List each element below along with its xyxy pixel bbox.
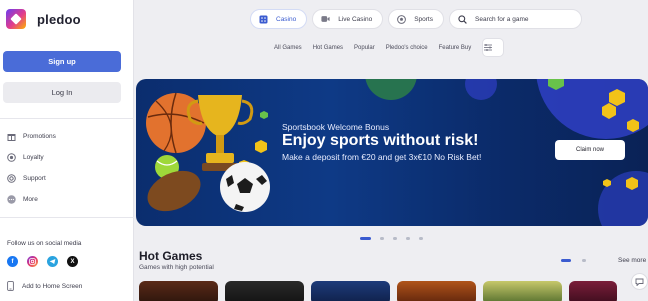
ball-icon [397,14,407,24]
banner-eyebrow: Sportsbook Welcome Bonus [282,122,390,132]
logo[interactable]: pledoo [6,9,81,29]
game-thumbnail[interactable] [139,281,218,301]
more-icon [7,194,16,204]
game-thumbnail[interactable] [483,281,562,301]
pledoo-logo-icon [6,9,26,29]
search-input[interactable]: Search for a game [449,9,582,29]
social-title: Follow us on social media [7,240,82,247]
sidebar-divider [0,217,134,218]
banner-title: Enjoy sports without risk! [282,132,479,149]
video-icon [321,15,330,24]
add-to-home-screen[interactable]: Add to Home Screen [7,281,82,291]
phone-icon [7,281,14,291]
search-icon [458,14,467,24]
game-thumbnail[interactable] [311,281,390,301]
promo-banner[interactable]: Sportsbook Welcome Bonus Enjoy sports wi… [136,79,648,226]
sidebar-item-more[interactable]: More [7,193,38,205]
sidebar-item-label: Promotions [23,132,56,140]
sidebar-item-promotions[interactable]: Promotions [7,130,56,142]
add-home-label: Add to Home Screen [22,282,83,290]
casino-icon [259,15,268,24]
tab-label: Sports [414,15,433,23]
carousel-dot[interactable] [380,237,384,240]
sliders-icon [483,43,493,52]
sidebar-item-label: Support [23,174,46,182]
sidebar-item-label: More [23,195,38,203]
category-all-games[interactable]: All Games [274,45,302,51]
gift-icon [7,132,16,141]
sidebar-divider [0,118,134,119]
game-thumbnail[interactable] [569,281,617,301]
sidebar-item-label: Loyalty [23,153,44,161]
carousel-dots [360,237,423,240]
sidebar: pledoo Sign up Log In Promotions Loyalty… [0,0,134,301]
signup-button[interactable]: Sign up [3,51,121,72]
login-button[interactable]: Log In [3,82,121,103]
category-pledoos-choice[interactable]: Pledoo's choice [386,45,428,51]
chat-button[interactable] [631,273,648,290]
pager-dot[interactable] [582,259,586,262]
pager-dot[interactable] [561,259,571,262]
section-title: Hot Games [139,249,203,263]
section-subtitle: Games with high potential [139,264,214,271]
filter-button[interactable] [482,38,505,57]
social-links: f X [7,256,78,267]
tab-casino[interactable]: Casino [250,9,308,29]
x-icon[interactable]: X [67,256,78,267]
tab-label: Casino [276,15,297,23]
game-thumbnail[interactable] [397,281,476,301]
tab-sports[interactable]: Sports [388,9,444,29]
category-subnav: All Games Hot Games Popular Pledoo's cho… [274,38,505,57]
category-feature-buy[interactable]: Feature Buy [439,45,472,51]
claim-now-button[interactable]: Claim now [555,140,625,160]
category-popular[interactable]: Popular [354,45,375,51]
chat-icon [635,278,644,286]
carousel-dot[interactable] [393,237,397,240]
instagram-icon[interactable] [27,256,38,267]
carousel-dot[interactable] [406,237,410,240]
tab-live-casino[interactable]: Live Casino [312,9,384,29]
brand-name: pledoo [37,11,81,27]
category-hot-games[interactable]: Hot Games [313,45,343,51]
search-placeholder: Search for a game [475,15,529,23]
sidebar-item-loyalty[interactable]: Loyalty [7,151,44,163]
hot-games-pager [561,259,586,262]
see-more-link[interactable]: See more [618,257,646,264]
game-thumbnail[interactable] [225,281,304,301]
tab-label: Live Casino [338,15,373,23]
carousel-dot[interactable] [419,237,423,240]
support-icon [7,173,16,183]
facebook-icon[interactable]: f [7,256,18,267]
top-navigation: Casino Live Casino Sports Search for a g… [250,9,582,29]
loyalty-icon [7,152,16,162]
hot-games-list [139,281,617,301]
carousel-dot[interactable] [360,237,371,240]
sidebar-item-support[interactable]: Support [7,172,46,184]
banner-subtitle: Make a deposit from €20 and get 3x€10 No… [282,152,482,162]
telegram-icon[interactable] [47,256,58,267]
